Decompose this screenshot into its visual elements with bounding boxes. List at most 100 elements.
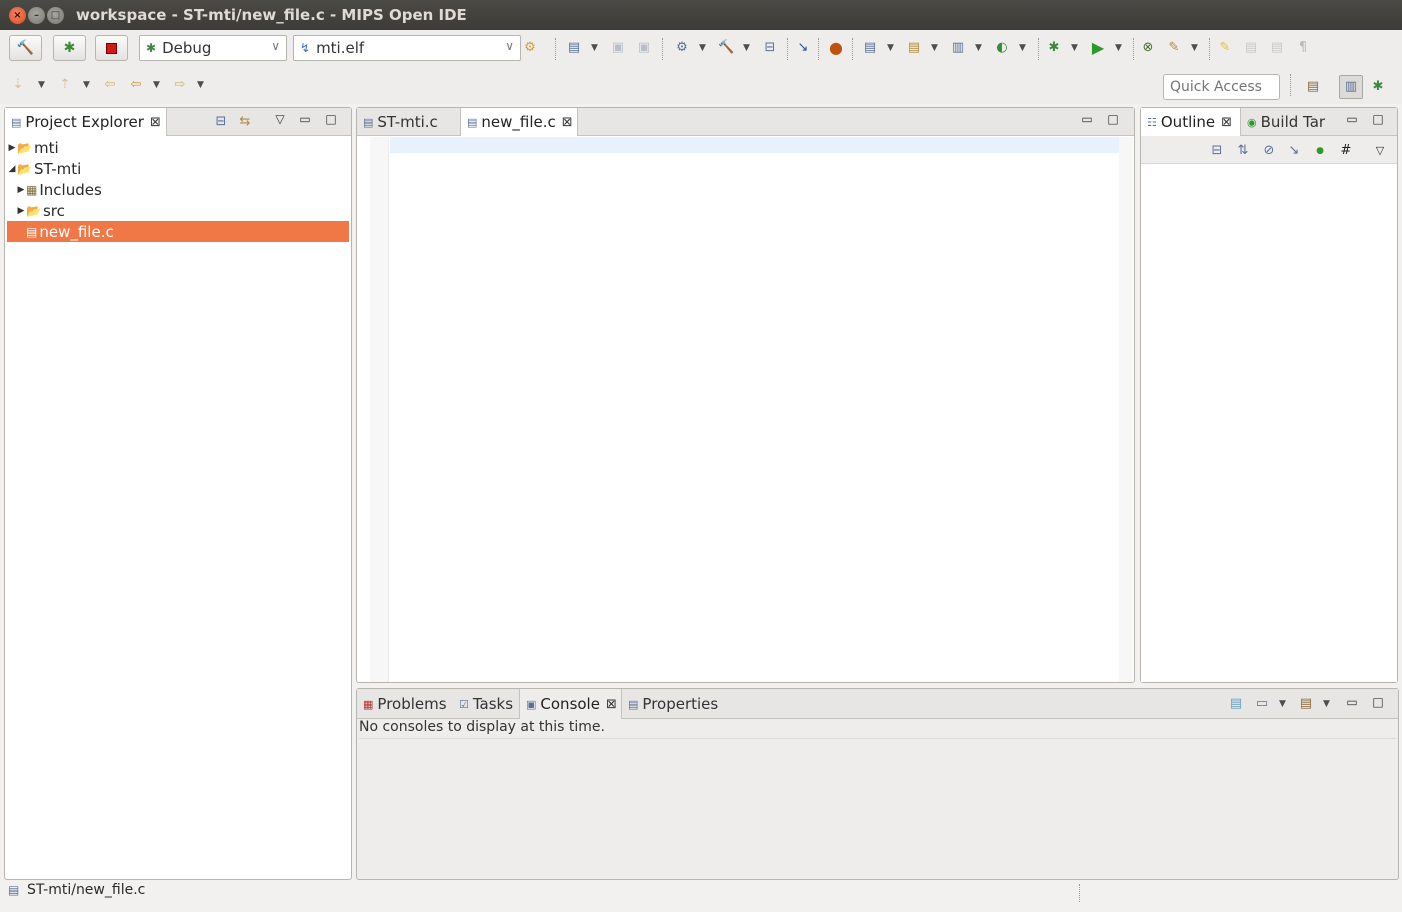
maximize-icon[interactable]: □	[1106, 113, 1120, 127]
chevron-down-icon[interactable]: ▼	[743, 40, 750, 56]
build-config-select[interactable]: ✱ Debug ∨	[139, 35, 287, 61]
minimize-icon[interactable]: ▭	[298, 113, 312, 127]
chevron-down-icon[interactable]: ▼	[83, 77, 90, 93]
collapse-all-icon[interactable]: ⊟	[213, 114, 229, 130]
new-file-icon[interactable]: ▤	[566, 40, 582, 56]
chevron-down-icon[interactable]: ▼	[1279, 696, 1286, 712]
tree-item-mti[interactable]: ▶ 📂 mti	[7, 137, 349, 158]
chevron-down-icon[interactable]: ▼	[931, 40, 938, 56]
chevron-down-icon[interactable]: ▼	[153, 77, 160, 93]
chevron-down-icon[interactable]: ▼	[1323, 696, 1330, 712]
launch-target-select[interactable]: ↯ mti.elf ∨	[293, 35, 521, 61]
save-all-icon[interactable]: ▣	[636, 40, 652, 56]
sort-icon[interactable]: ⇅	[1235, 143, 1251, 159]
save-icon[interactable]: ▣	[610, 40, 626, 56]
debug-run-icon[interactable]: ✱	[1046, 40, 1062, 56]
tab-console[interactable]: ▣ Console ⊠	[519, 689, 622, 719]
forward-icon[interactable]: ⇨	[172, 77, 188, 93]
launch-config-gear-icon[interactable]: ⚙	[522, 40, 538, 56]
view-menu-icon[interactable]: ▽	[273, 113, 287, 127]
new-folder-icon[interactable]: ▤	[906, 40, 922, 56]
chevron-down-icon[interactable]: ▼	[591, 40, 598, 56]
close-icon[interactable]: ⊠	[150, 115, 161, 130]
link-with-editor-icon[interactable]: ⇆	[237, 114, 253, 130]
hide-non-public-icon[interactable]: ●	[1312, 143, 1328, 159]
target-icon[interactable]: ⚙	[674, 40, 690, 56]
close-icon[interactable]: ⊠	[1221, 115, 1232, 130]
skip-breakpoints-icon[interactable]: ↘	[795, 40, 811, 56]
chevron-down-icon[interactable]: ▼	[1191, 40, 1198, 56]
chevron-down-icon[interactable]: ▼	[1115, 40, 1122, 56]
highlight-icon[interactable]: ✎	[1217, 40, 1233, 56]
new-project-icon[interactable]: ▤	[862, 40, 878, 56]
open-perspective-icon[interactable]: ▤	[1305, 79, 1321, 95]
hide-static-icon[interactable]: ↘	[1286, 143, 1302, 159]
maximize-icon[interactable]: □	[1371, 696, 1385, 710]
chevron-down-icon[interactable]: ▼	[38, 77, 45, 93]
collapse-arrow-icon[interactable]: ◢	[7, 164, 17, 174]
expand-arrow-icon[interactable]: ▶	[7, 143, 17, 153]
debug-perspective-icon[interactable]: ✱	[1370, 79, 1386, 95]
collapse-all-icon[interactable]: ⊟	[1209, 143, 1225, 159]
display-console-icon[interactable]: ▭	[1254, 696, 1270, 712]
expand-arrow-icon[interactable]: ▶	[16, 185, 26, 195]
maximize-icon[interactable]: □	[1371, 113, 1385, 127]
minimize-icon[interactable]: ▭	[1080, 113, 1094, 127]
chevron-down-icon[interactable]: ▼	[1071, 40, 1078, 56]
tab-build-targets[interactable]: ◉ Build Tar	[1241, 108, 1333, 136]
pin-console-icon[interactable]: ▤	[1228, 696, 1244, 712]
close-icon[interactable]: ⊠	[562, 115, 573, 130]
annotation-icon[interactable]: ▤	[1243, 40, 1259, 56]
hide-fields-icon[interactable]: ⊘	[1261, 143, 1277, 159]
view-menu-icon[interactable]: ▽	[1372, 143, 1388, 159]
c-cpp-perspective-button[interactable]: ▥	[1339, 75, 1363, 99]
tab-tasks[interactable]: ☑ Tasks	[453, 689, 519, 719]
minimize-icon[interactable]: ▭	[1345, 696, 1359, 710]
search-icon[interactable]: ✎	[1166, 40, 1182, 56]
previous-annotation-icon[interactable]: ⇡	[57, 77, 73, 93]
tab-properties[interactable]: ▤ Properties	[622, 689, 732, 719]
build-button[interactable]: 🔨	[9, 35, 42, 61]
chevron-down-icon[interactable]: ▼	[1019, 40, 1026, 56]
c-file-icon: ▤	[8, 883, 20, 897]
tab-new-file-c[interactable]: ▤ new_file.c ⊠	[460, 108, 578, 136]
maximize-icon[interactable]: □	[324, 113, 338, 127]
run-icon[interactable]: ▶	[1090, 40, 1106, 56]
tree-item-st-mti[interactable]: ◢ 📂 ST-mti	[7, 158, 349, 179]
quick-access-input[interactable]	[1163, 74, 1280, 100]
show-whitespace-icon[interactable]: ¶	[1295, 40, 1311, 56]
minimize-icon[interactable]: ▭	[1345, 113, 1359, 127]
tree-item-new-file-c[interactable]: ▤ new_file.c	[7, 221, 349, 242]
stop-button[interactable]	[95, 35, 128, 61]
hide-macros-icon[interactable]: #	[1338, 143, 1354, 159]
back-icon[interactable]: ⇦	[128, 77, 144, 93]
new-source-file-icon[interactable]: ▥	[950, 40, 966, 56]
open-type-icon[interactable]: ⊗	[1140, 40, 1156, 56]
build-hammer-icon[interactable]: 🔨	[718, 40, 734, 56]
binary-icon[interactable]: ⊟	[762, 40, 778, 56]
close-window-button[interactable]: ×	[9, 7, 26, 24]
chevron-down-icon[interactable]: ▼	[197, 77, 204, 93]
maximize-window-button[interactable]: □	[47, 7, 64, 24]
code-editor-area[interactable]	[390, 153, 1119, 682]
tab-problems[interactable]: ▦ Problems	[357, 689, 453, 719]
block-select-icon[interactable]: ▤	[1269, 40, 1285, 56]
chevron-down-icon[interactable]: ▼	[887, 40, 894, 56]
tab-st-mti-c[interactable]: ▤ ST-mti.c	[357, 108, 460, 136]
close-icon[interactable]: ⊠	[606, 697, 617, 712]
tree-item-src[interactable]: ▶ 📂 src	[7, 200, 349, 221]
source-folder-icon: 📂	[26, 203, 41, 218]
debug-button[interactable]: ✱	[53, 35, 86, 61]
chevron-down-icon[interactable]: ▼	[699, 40, 706, 56]
minimize-window-button[interactable]: –	[28, 7, 45, 24]
last-edit-icon[interactable]: ⇦	[102, 77, 118, 93]
next-annotation-icon[interactable]: ⇣	[10, 77, 26, 93]
expand-arrow-icon[interactable]: ▶	[16, 206, 26, 216]
tab-project-explorer[interactable]: ▤ Project Explorer ⊠	[5, 108, 167, 136]
tab-outline[interactable]: ☷ Outline ⊠	[1141, 108, 1241, 136]
open-console-icon[interactable]: ▤	[1298, 696, 1314, 712]
new-class-icon[interactable]: ◐	[994, 40, 1010, 56]
chevron-down-icon[interactable]: ▼	[975, 40, 982, 56]
profile-icon[interactable]: ●	[828, 40, 844, 56]
tree-item-includes[interactable]: ▶ ▦ Includes	[7, 179, 349, 200]
